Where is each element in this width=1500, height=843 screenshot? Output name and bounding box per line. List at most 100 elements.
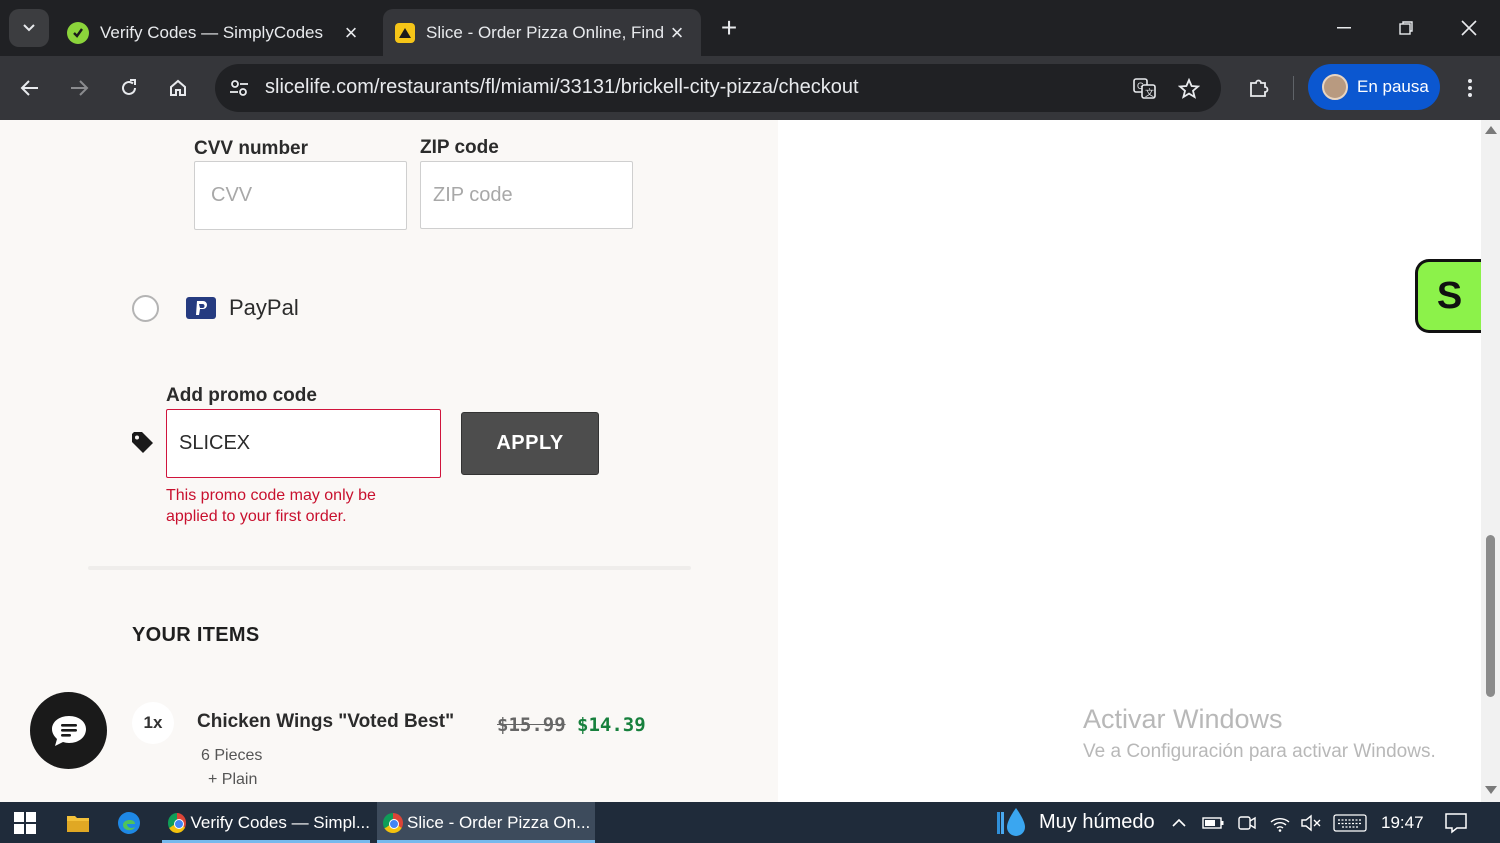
- item-detail: 6 Pieces: [201, 747, 263, 764]
- keyboard-icon[interactable]: [1332, 802, 1368, 843]
- scroll-up-icon[interactable]: [1485, 126, 1497, 134]
- star-icon: [1178, 78, 1200, 99]
- reload-icon: [122, 79, 136, 95]
- chrome-icon: [168, 812, 187, 833]
- toolbar-divider: [1293, 76, 1294, 100]
- wifi-icon[interactable]: [1268, 802, 1292, 843]
- volume-muted-icon[interactable]: [1299, 802, 1323, 843]
- home-button[interactable]: [160, 70, 196, 106]
- chrome-icon: [383, 812, 403, 833]
- avatar: [1322, 74, 1348, 100]
- clock[interactable]: 19:47: [1375, 802, 1424, 843]
- chevron-down-icon: [23, 24, 35, 32]
- tab-title: Verify Codes — SimplyCodes: [100, 22, 323, 42]
- cvv-input[interactable]: [195, 162, 406, 229]
- edge-button[interactable]: [114, 802, 144, 843]
- folder-icon: [67, 815, 89, 832]
- restore-icon: [1399, 21, 1413, 35]
- browser-toolbar: slicelife.com/restaurants/fl/miami/33131…: [0, 56, 1500, 120]
- tab-search-button[interactable]: [9, 9, 49, 47]
- paypal-icon: [186, 297, 216, 319]
- show-hidden-icons-button[interactable]: [1168, 802, 1190, 843]
- item-name: Chicken Wings "Voted Best": [197, 711, 455, 732]
- promo-input[interactable]: [167, 410, 440, 477]
- tab-title: Slice - Order Pizza Online, Find: [426, 22, 665, 42]
- page-scrollbar[interactable]: [1481, 120, 1500, 802]
- profile-button[interactable]: En pausa: [1308, 64, 1440, 110]
- paypal-radio[interactable]: [132, 295, 159, 322]
- new-tab-button[interactable]: +: [712, 10, 746, 46]
- slice-badge-button[interactable]: S: [1415, 259, 1481, 333]
- item-discounted-price: $14.39: [577, 714, 646, 736]
- translate-icon: G文: [1133, 78, 1156, 99]
- forward-button[interactable]: [61, 70, 97, 106]
- chat-icon: [51, 715, 86, 746]
- battery-icon[interactable]: [1201, 802, 1225, 843]
- tune-icon: [230, 80, 248, 96]
- translate-button[interactable]: G文: [1132, 76, 1158, 102]
- zip-input[interactable]: [421, 162, 632, 228]
- minimize-button[interactable]: [1313, 0, 1375, 56]
- restore-button[interactable]: [1375, 0, 1437, 56]
- right-panel: [778, 120, 1481, 802]
- svg-text:文: 文: [1145, 87, 1154, 98]
- apply-button[interactable]: APPLY: [461, 412, 599, 475]
- weather-text[interactable]: Muy húmedo: [1033, 802, 1155, 843]
- watermark-title: Activar Windows: [1083, 704, 1283, 734]
- arrow-right-icon: [71, 80, 89, 96]
- start-button[interactable]: [10, 802, 40, 843]
- item-detail: + Plain: [208, 771, 258, 788]
- taskbar: Verify Codes — Simpl... Slice - Order Pi…: [0, 802, 1500, 843]
- weather-icon[interactable]: [994, 802, 1030, 843]
- close-icon[interactable]: ×: [665, 20, 689, 46]
- puzzle-icon: [1250, 79, 1269, 97]
- back-button[interactable]: [12, 70, 48, 106]
- item-quantity: 1x: [132, 702, 174, 744]
- taskbar-app-verify-codes[interactable]: Verify Codes — Simpl...: [162, 802, 370, 843]
- watermark-subtitle: Ve a Configuración para activar Windows.: [1083, 741, 1436, 762]
- simplycodes-icon: [67, 21, 89, 44]
- meet-now-icon[interactable]: [1235, 802, 1259, 843]
- zip-field[interactable]: [420, 161, 633, 229]
- your-items-heading: YOUR ITEMS: [132, 624, 260, 646]
- tab-strip: Verify Codes — SimplyCodes × Slice - Ord…: [0, 0, 1500, 56]
- file-explorer-button[interactable]: [63, 802, 93, 843]
- cvv-label: CVV number: [194, 138, 309, 159]
- promo-label: Add promo code: [166, 385, 317, 406]
- windows-icon: [14, 811, 36, 834]
- tab-slice[interactable]: Slice - Order Pizza Online, Find ×: [383, 9, 701, 56]
- scroll-thumb[interactable]: [1486, 535, 1495, 697]
- paypal-label[interactable]: PayPal: [229, 295, 299, 321]
- tag-icon: [132, 432, 153, 453]
- slice-icon: [395, 22, 415, 43]
- url-text[interactable]: slicelife.com/restaurants/fl/miami/33131…: [265, 76, 859, 99]
- reload-button[interactable]: [111, 70, 147, 106]
- chat-button[interactable]: [30, 692, 107, 769]
- taskbar-app-label: Slice - Order Pizza On...: [407, 812, 591, 832]
- close-icon[interactable]: ×: [339, 20, 363, 46]
- bookmark-button[interactable]: [1176, 76, 1202, 102]
- taskbar-app-label: Verify Codes — Simpl...: [190, 812, 370, 832]
- edge-icon: [118, 811, 140, 834]
- chevron-up-icon: [1172, 818, 1186, 827]
- notifications-button[interactable]: [1443, 802, 1469, 843]
- close-icon: [1461, 20, 1477, 36]
- address-bar[interactable]: slicelife.com/restaurants/fl/miami/33131…: [215, 64, 1221, 112]
- zip-label: ZIP code: [420, 137, 499, 158]
- home-icon: [170, 79, 186, 96]
- taskbar-app-slice[interactable]: Slice - Order Pizza On...: [377, 802, 595, 843]
- promo-error: This promo code may only be applied to y…: [166, 487, 376, 525]
- site-info-button[interactable]: [223, 72, 255, 104]
- arrow-left-icon: [20, 80, 38, 96]
- promo-field[interactable]: [166, 409, 441, 478]
- tab-verify-codes[interactable]: Verify Codes — SimplyCodes ×: [55, 9, 375, 56]
- close-window-button[interactable]: [1438, 0, 1500, 56]
- scroll-down-icon[interactable]: [1485, 786, 1497, 794]
- cvv-field[interactable]: [194, 161, 407, 230]
- menu-button[interactable]: [1452, 70, 1488, 106]
- profile-label: En pausa: [1357, 77, 1429, 96]
- checkout-page: CVV number ZIP code PayPal Add promo cod…: [0, 120, 1481, 802]
- item-original-price: $15.99: [497, 714, 566, 736]
- notification-icon: [1445, 812, 1467, 834]
- extensions-button[interactable]: [1241, 70, 1277, 106]
